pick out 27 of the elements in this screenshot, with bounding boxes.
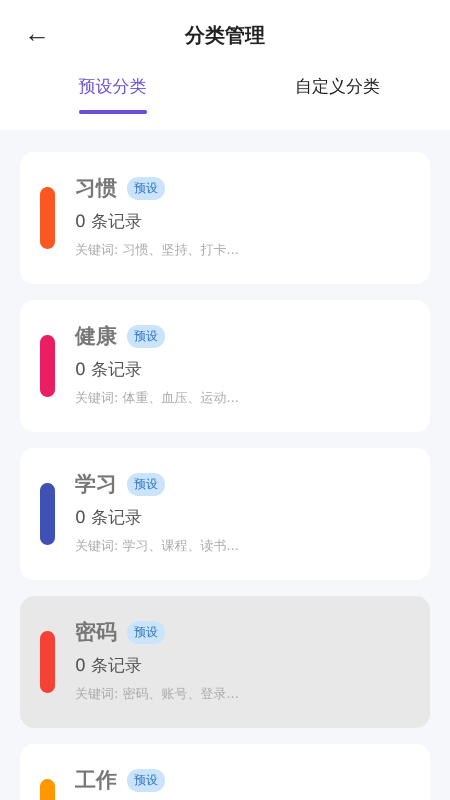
category-name: 健康 <box>75 323 117 350</box>
category-card[interactable]: 工作 预设 <box>20 744 430 800</box>
preset-badge: 预设 <box>127 176 165 200</box>
category-card[interactable]: 学习 预设 0 条记录 关键词: 学习、课程、读书... <box>20 448 430 580</box>
keywords-text: 关键词: 学习、课程、读书... <box>75 538 239 555</box>
keywords-text: 关键词: 体重、血压、运动... <box>75 390 239 407</box>
record-count: 0 条记录 <box>75 507 144 529</box>
category-name: 习惯 <box>75 175 117 202</box>
keywords-text: 关键词: 密码、账号、登录... <box>75 686 239 703</box>
record-count: 0 条记录 <box>75 211 144 233</box>
tab[interactable]: 自定义分类 <box>225 70 450 130</box>
category-card[interactable]: 健康 预设 0 条记录 关键词: 体重、血压、运动... <box>20 300 430 432</box>
category-name: 密码 <box>75 619 117 646</box>
tab[interactable]: 预设分类 <box>0 70 225 130</box>
category-card[interactable]: 密码 预设 0 条记录 关键词: 密码、账号、登录... <box>20 596 430 728</box>
preset-badge: 预设 <box>127 324 165 348</box>
preset-badge: 预设 <box>127 472 165 496</box>
page-title: 分类管理 <box>185 22 265 48</box>
record-count: 0 条记录 <box>75 359 144 381</box>
back-button[interactable]: ← <box>20 18 54 49</box>
category-name: 工作 <box>75 767 117 794</box>
preset-badge: 预设 <box>127 620 165 644</box>
category-card[interactable]: 习惯 预设 0 条记录 关键词: 习惯、坚持、打卡... <box>20 152 430 284</box>
category-name: 学习 <box>75 471 117 498</box>
record-count: 0 条记录 <box>75 655 144 677</box>
keywords-text: 关键词: 习惯、坚持、打卡... <box>75 242 239 259</box>
preset-badge: 预设 <box>127 768 165 792</box>
